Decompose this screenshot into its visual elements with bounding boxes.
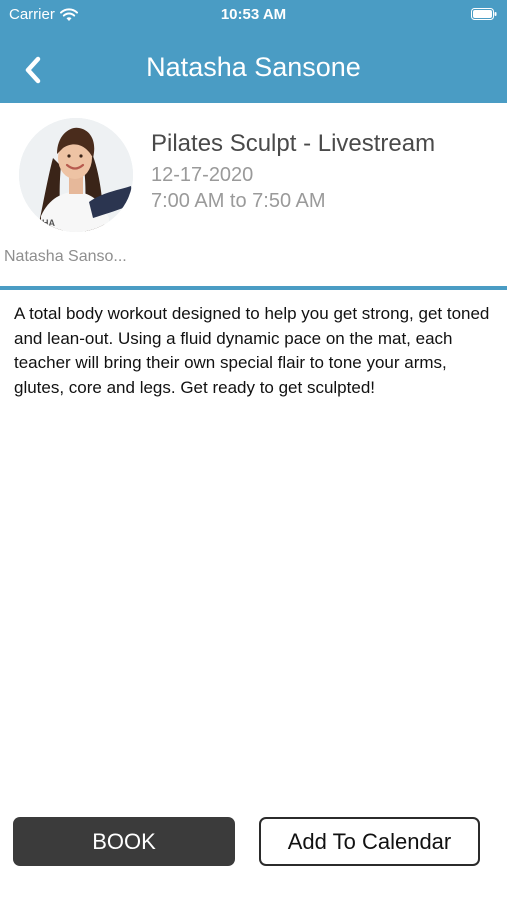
class-title: Pilates Sculpt - Livestream	[151, 130, 436, 157]
nav-header: Carrier 10:53 AM Natasha Sansone	[0, 0, 507, 103]
instructor-photo: SHA	[19, 118, 133, 232]
book-button[interactable]: BOOK	[13, 817, 235, 866]
class-description: A total body workout designed to help yo…	[14, 304, 490, 397]
status-time: 10:53 AM	[220, 6, 287, 23]
status-bar: Carrier 10:53 AM	[0, 0, 507, 28]
section-divider	[0, 286, 507, 290]
instructor-name-label: Natasha Sanso...	[4, 248, 127, 265]
class-date: 12-17-2020	[151, 164, 254, 186]
instructor-avatar: SHA	[19, 118, 133, 232]
page-title: Natasha Sansone	[146, 52, 361, 82]
photo-caption: SHA	[36, 218, 56, 228]
battery-icon	[471, 8, 497, 20]
class-time: 7:00 AM to 7:50 AM	[151, 190, 326, 212]
add-to-calendar-button[interactable]: Add To Calendar	[259, 817, 480, 866]
